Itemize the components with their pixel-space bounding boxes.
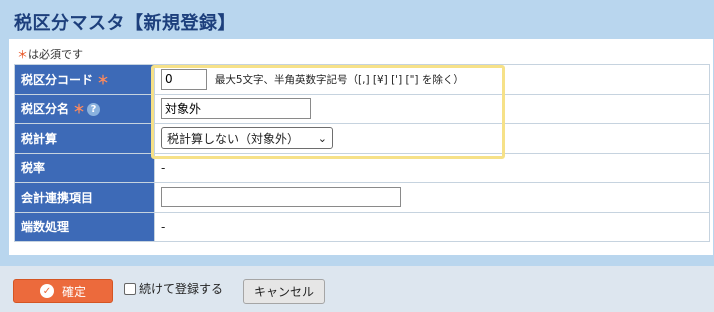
account-link-input[interactable] (161, 187, 401, 208)
help-icon[interactable]: ? (87, 103, 101, 117)
required-star: ＊ (17, 48, 28, 61)
tax-calc-select[interactable]: 税計算しない（対象外） ⌄ (161, 127, 333, 150)
footer-bar: ✓ 確定 続けて登録する キャンセル (0, 266, 714, 312)
page-title: 税区分マスタ【新規登録】 (14, 13, 236, 34)
confirm-button-label: 確定 (61, 284, 86, 299)
label-tax-code: 税区分コード＊ (14, 64, 155, 95)
label-rounding: 端数処理 (14, 211, 155, 242)
tax-form-table: 税区分コード＊ 最大5文字、半角英数字記号（[,] [¥] ['] ["] を除… (14, 64, 710, 242)
rounding-value: - (154, 211, 710, 242)
form-panel: ＊は必須です 税区分コード＊ 最大5文字、半角英数字記号（[,] [¥] [']… (9, 39, 713, 255)
cell-tax-name (154, 93, 710, 124)
label-tax-calc: 税計算 (14, 123, 155, 154)
label-tax-code-text: 税区分コード (21, 72, 94, 87)
required-star-tax-code: ＊ (97, 72, 110, 87)
cell-tax-calc: 税計算しない（対象外） ⌄ (154, 123, 710, 154)
label-tax-rate: 税率 (14, 152, 155, 183)
row-tax-rate: 税率 - (14, 152, 710, 183)
required-note: ＊は必須です (17, 46, 83, 62)
cell-account-link (154, 182, 710, 213)
row-account-link: 会計連携項目 (14, 182, 710, 213)
tax-code-input[interactable] (161, 68, 207, 90)
row-tax-calc: 税計算 税計算しない（対象外） ⌄ (14, 123, 710, 154)
required-star-tax-name: ＊ (73, 102, 86, 117)
cell-tax-code: 最大5文字、半角英数字記号（[,] [¥] ['] ["] を除く） (154, 64, 710, 95)
required-note-text: は必須です (28, 48, 83, 61)
cancel-button[interactable]: キャンセル (243, 279, 325, 304)
row-tax-name: 税区分名＊? (14, 93, 710, 124)
row-rounding: 端数処理 - (14, 211, 710, 242)
tax-code-hint: 最大5文字、半角英数字記号（[,] [¥] ['] ["] を除く） (214, 73, 464, 86)
row-tax-code: 税区分コード＊ 最大5文字、半角英数字記号（[,] [¥] ['] ["] を除… (14, 64, 710, 95)
chevron-down-icon: ⌄ (317, 131, 327, 145)
continue-register-option[interactable]: 続けて登録する (124, 280, 223, 297)
confirm-button[interactable]: ✓ 確定 (13, 279, 113, 303)
continue-register-checkbox[interactable] (124, 282, 136, 295)
label-tax-name-text: 税区分名 (21, 102, 70, 117)
continue-register-label: 続けて登録する (139, 282, 224, 296)
tax-rate-value: - (154, 152, 710, 183)
label-account-link: 会計連携項目 (14, 182, 155, 213)
check-icon: ✓ (39, 284, 54, 298)
label-tax-name: 税区分名＊? (14, 93, 155, 124)
tax-name-input[interactable] (161, 98, 311, 120)
tax-calc-selected: 税計算しない（対象外） (167, 131, 300, 146)
